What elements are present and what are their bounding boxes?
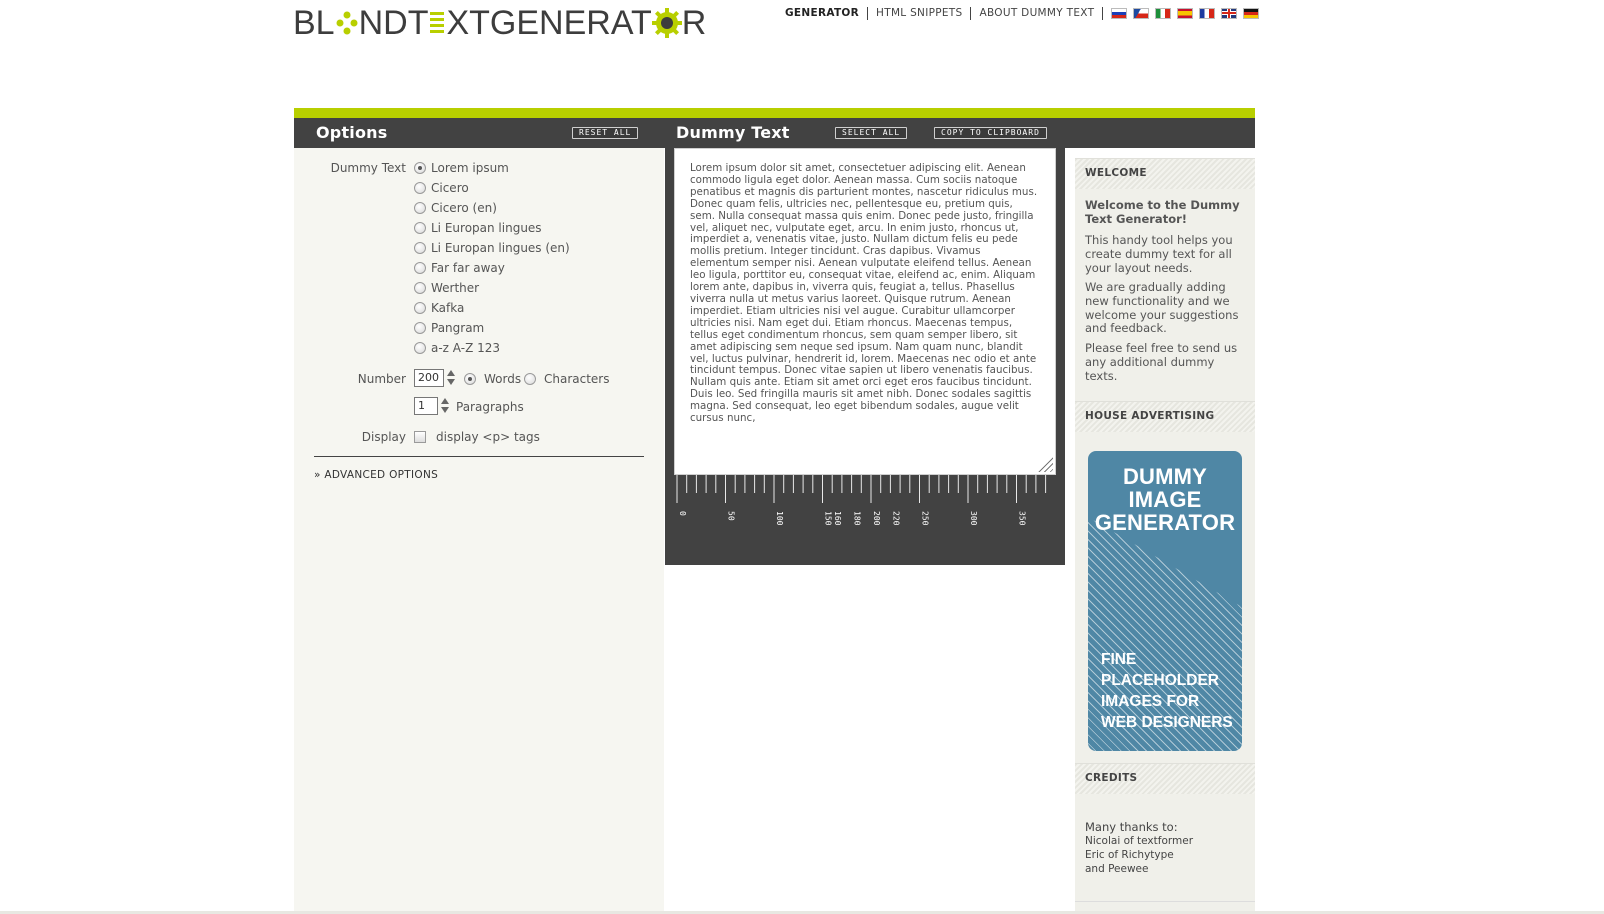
credits-heading: CREDITS (1075, 763, 1255, 794)
nav-about-dummy-text[interactable]: ABOUT DUMMY TEXT (971, 6, 1104, 20)
reset-all-button[interactable]: RESET ALL (572, 127, 639, 139)
welcome-paragraph-3: Please feel free to send us any addition… (1085, 341, 1238, 383)
radio-icon[interactable] (414, 162, 426, 174)
credits-text: Many thanks to: Nicolai of textformer Er… (1085, 820, 1194, 875)
display-p-tags[interactable]: display <p> tags (414, 430, 540, 444)
choice-li-europan[interactable]: Li Europan lingues (414, 221, 542, 235)
welcome-title: Welcome to the Dummy Text Generator! (1085, 198, 1240, 226)
panel-header-bar: Options RESET ALL Dummy Text SELECT ALL … (294, 118, 1255, 148)
options-title: Options (316, 123, 388, 142)
radio-icon[interactable] (414, 202, 426, 214)
choice-far-far-away[interactable]: Far far away (414, 261, 505, 275)
radio-icon[interactable] (414, 322, 426, 334)
house-advertising-heading: HOUSE ADVERTISING (1075, 401, 1255, 432)
flag-es-icon[interactable] (1177, 7, 1194, 19)
nav-generator[interactable]: GENERATOR (782, 6, 869, 20)
paragraphs-stepper-icon[interactable] (441, 398, 449, 414)
welcome-paragraph-2: We are gradually adding new functionalit… (1085, 280, 1239, 336)
options-divider (314, 456, 644, 457)
radio-icon[interactable] (414, 222, 426, 234)
number-stepper-icon[interactable] (447, 370, 455, 386)
dummy-text-title: Dummy Text (676, 123, 790, 142)
ruler-label: 150 (824, 511, 833, 526)
choice-lorem-ipsum[interactable]: Lorem ipsum (414, 161, 509, 175)
choice-cicero[interactable]: Cicero (414, 181, 469, 195)
choice-kafka[interactable]: Kafka (414, 301, 464, 315)
welcome-heading: WELCOME (1075, 158, 1255, 189)
radio-icon[interactable] (414, 242, 426, 254)
display-label: Display (361, 430, 406, 444)
ruler-label: 50 (727, 511, 736, 521)
ruler-label: 220 (891, 511, 900, 526)
ruler-label: 100 (775, 511, 784, 526)
options-panel: Dummy Text Lorem ipsum Cicero Cicero (en… (294, 148, 664, 914)
logo-gear-icon (651, 8, 682, 38)
logo-text-2: NDT (358, 3, 429, 42)
unit-characters[interactable]: Characters (524, 372, 610, 386)
paragraphs-label: Paragraphs (456, 400, 524, 414)
copy-to-clipboard-button[interactable]: COPY TO CLIPBOARD (934, 127, 1047, 139)
ruler-label: 350 (1018, 511, 1027, 526)
ruler-label: 180 (853, 511, 862, 526)
radio-icon[interactable] (414, 302, 426, 314)
language-flags (1111, 7, 1260, 19)
choice-li-europan-en[interactable]: Li Europan lingues (en) (414, 241, 570, 255)
logo-lines-icon (430, 12, 445, 33)
dummy-text-label: Dummy Text (330, 161, 406, 175)
width-ruler[interactable]: 0 50 100 150 160 180 200 220 250 300 350 (674, 475, 1056, 535)
ruler-label: 160 (833, 511, 842, 526)
radio-icon[interactable] (414, 342, 426, 354)
sidebar-bottom-rule (1075, 901, 1255, 902)
dummy-text-panel: Lorem ipsum dolor sit amet, consectetuer… (665, 148, 1065, 565)
accent-bar (294, 108, 1255, 118)
radio-icon[interactable] (414, 182, 426, 194)
dummy-text-body: Lorem ipsum dolor sit amet, consectetuer… (690, 162, 1038, 425)
number-label: Number (357, 372, 406, 386)
ruler-label: 0 (678, 511, 687, 516)
flag-it-icon[interactable] (1155, 7, 1172, 19)
radio-icon[interactable] (524, 373, 536, 385)
unit-words[interactable]: Words (464, 372, 521, 386)
ad-title: DUMMY IMAGE GENERATOR (1094, 464, 1236, 535)
ruler-label: 200 (872, 511, 881, 526)
choice-pangram[interactable]: Pangram (414, 321, 484, 335)
paragraphs-input[interactable]: 1 (414, 397, 438, 415)
logo-text-3: XTGENERAT (446, 3, 652, 42)
sidebar: WELCOME Welcome to the Dummy Text Genera… (1075, 158, 1255, 914)
flag-de-icon[interactable] (1243, 7, 1260, 19)
checkbox-icon[interactable] (414, 431, 426, 443)
choice-cicero-en[interactable]: Cicero (en) (414, 201, 497, 215)
dummy-text-output[interactable]: Lorem ipsum dolor sit amet, consectetuer… (674, 148, 1056, 475)
top-navigation: GENERATOR HTML SNIPPETS ABOUT DUMMY TEXT (782, 6, 1260, 20)
resize-handle-icon[interactable] (1035, 454, 1053, 472)
flag-gb-icon[interactable] (1221, 7, 1238, 19)
dummy-image-generator-ad[interactable]: DUMMY IMAGE GENERATOR FINE PLACEHOLDER I… (1088, 451, 1242, 751)
ad-subtitle: FINE PLACEHOLDER IMAGES FOR WEB DESIGNER… (1101, 651, 1233, 731)
choice-werther[interactable]: Werther (414, 281, 479, 295)
radio-icon[interactable] (414, 262, 426, 274)
flag-ru-icon[interactable] (1111, 7, 1128, 19)
radio-icon[interactable] (414, 282, 426, 294)
radio-icon[interactable] (464, 373, 476, 385)
choice-az-123[interactable]: a-z A-Z 123 (414, 341, 500, 355)
logo-dots-icon (336, 11, 358, 35)
ruler-label: 250 (921, 511, 930, 526)
logo-text-1: BL (293, 3, 335, 42)
nav-html-snippets[interactable]: HTML SNIPPETS (868, 6, 972, 20)
select-all-button[interactable]: SELECT ALL (835, 127, 908, 139)
ruler-label: 300 (969, 511, 978, 526)
number-input[interactable]: 200 (414, 369, 444, 387)
flag-cz-icon[interactable] (1133, 7, 1150, 19)
welcome-paragraph-1: This handy tool helps you create dummy t… (1085, 233, 1233, 275)
advanced-options-link[interactable]: » ADVANCED OPTIONS (314, 469, 438, 481)
flag-fr-icon[interactable] (1199, 7, 1216, 19)
site-logo[interactable]: BL NDT XTGENERAT R (293, 3, 707, 42)
logo-text-4: R (681, 3, 707, 42)
